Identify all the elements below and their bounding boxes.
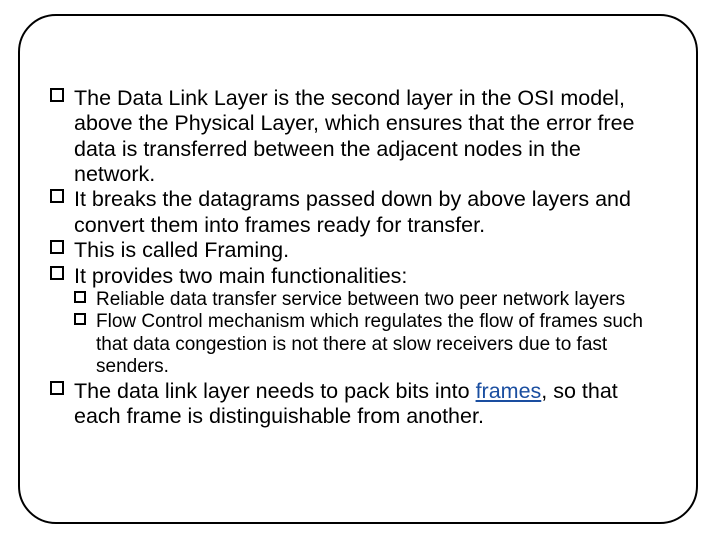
bullet-item: This is called Framing. (50, 238, 666, 263)
square-bullet-icon (50, 381, 64, 395)
sub-bullet-item: Flow Control mechanism which regulates t… (50, 311, 666, 378)
bullet-text: It breaks the datagrams passed down by a… (74, 187, 631, 236)
square-bullet-icon (50, 189, 64, 203)
square-bullet-icon (74, 313, 86, 325)
square-bullet-icon (50, 240, 64, 254)
slide-frame: The Data Link Layer is the second layer … (18, 14, 698, 524)
bullet-item: It breaks the datagrams passed down by a… (50, 187, 666, 238)
frames-link[interactable]: frames (476, 379, 542, 403)
bullet-text-pre: The data link layer needs to pack bits i… (74, 379, 476, 403)
sub-bullet-text: Flow Control mechanism which regulates t… (96, 311, 643, 377)
bullet-text: It provides two main functionalities: (74, 264, 407, 288)
sub-bullet-text: Reliable data transfer service between t… (96, 289, 625, 310)
square-bullet-icon (74, 291, 86, 303)
bullet-item: It provides two main functionalities: (50, 264, 666, 289)
bullet-text: This is called Framing. (74, 238, 289, 262)
square-bullet-icon (50, 88, 64, 102)
bullet-item: The data link layer needs to pack bits i… (50, 379, 666, 430)
bullet-text: The Data Link Layer is the second layer … (74, 86, 635, 186)
square-bullet-icon (50, 266, 64, 280)
sub-bullet-item: Reliable data transfer service between t… (50, 289, 666, 311)
bullet-item: The Data Link Layer is the second layer … (50, 86, 666, 187)
